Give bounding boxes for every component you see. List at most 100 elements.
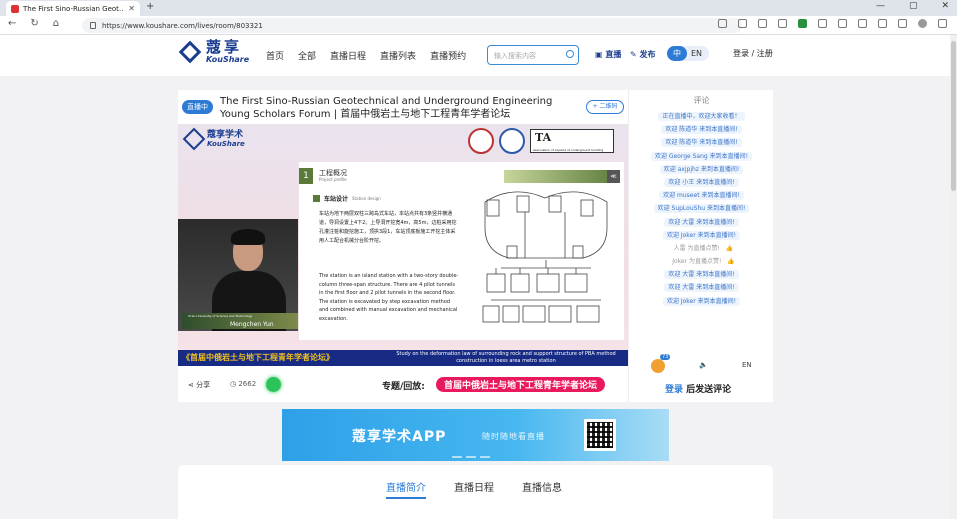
player-footer: ⋖ 分享 ◷ 2662 专题/回放: 首届中俄岩土与地下工程青年学者论坛 bbox=[178, 376, 628, 396]
live-player-card: 直播中 The First Sino-Russian Geotechnical … bbox=[178, 90, 773, 402]
thumbs-up-icon: 👍 bbox=[727, 258, 735, 266]
extensions-icon[interactable] bbox=[898, 19, 907, 28]
video-logo-cn: 蔻享学术 bbox=[207, 130, 244, 140]
tab-schedule[interactable]: 直播日程 bbox=[454, 479, 494, 499]
publish-button[interactable]: ✎ 发布 bbox=[630, 49, 656, 60]
collections-icon[interactable] bbox=[838, 19, 847, 28]
qrcode-button[interactable]: + 二维码 bbox=[586, 100, 624, 114]
video-logo-en: KouShare bbox=[207, 140, 245, 148]
comment-item: 欢迎 陈道华 来到本直播间! bbox=[629, 123, 774, 136]
slide-body-en: The station is an island station with a … bbox=[319, 273, 459, 322]
app-banner-title: 蔻享学术APP bbox=[352, 429, 447, 445]
close-window-button[interactable]: ✕ bbox=[941, 1, 949, 11]
comment-item: 欢迎 George Sang 来到本直播间! bbox=[629, 150, 774, 163]
app-banner-slogan: 随时随地看直播 bbox=[482, 432, 545, 441]
share-button[interactable]: ⋖ 分享 bbox=[188, 380, 210, 390]
page-scrollbar[interactable] bbox=[950, 35, 957, 519]
new-tab-button[interactable]: + bbox=[146, 1, 154, 12]
extension-green-icon[interactable] bbox=[798, 19, 807, 28]
nav-live-list[interactable]: 直播列表 bbox=[380, 49, 416, 62]
app-download-banner[interactable]: 蔻享学术APP 随时随地看直播 bbox=[282, 409, 669, 461]
comment-lang-button[interactable]: EN bbox=[742, 361, 752, 369]
site-header: 蔻享 KouShare 首页 全部 直播日程 直播列表 直播预约 输入搜索内容 … bbox=[0, 35, 950, 76]
bookmarks-icon[interactable] bbox=[858, 19, 867, 28]
ta-association-logo: TA Association of experts of underground… bbox=[530, 129, 614, 153]
panel-icon[interactable] bbox=[818, 19, 827, 28]
wechat-icon[interactable] bbox=[266, 377, 281, 392]
comment-item-like: 人雷 为直播点赞! 👍 bbox=[629, 242, 774, 255]
logo-text-cn: 蔻享 bbox=[206, 38, 243, 56]
comment-text: 人雷 为直播点赞! bbox=[673, 244, 720, 252]
comment-text: 欢迎 Joker 来到本直播间! bbox=[662, 230, 741, 240]
organizer-emblems: TA Association of experts of underground… bbox=[468, 128, 614, 154]
comment-item-like: Joker 为直播点赞! 👍 bbox=[629, 255, 774, 268]
comment-list[interactable]: 正在直播中，欢迎大家收看！ 欢迎 陈道华 来到本直播间! 欢迎 陈道华 来到本直… bbox=[629, 110, 774, 308]
comment-item: 欢迎 陈道华 来到本直播间! bbox=[629, 136, 774, 149]
nav-reservation[interactable]: 直播预约 bbox=[430, 49, 466, 62]
grid-icon[interactable] bbox=[738, 19, 747, 28]
scrollbar-thumb[interactable] bbox=[951, 41, 956, 191]
profile-avatar[interactable] bbox=[918, 19, 927, 28]
slide-number: 1 bbox=[299, 168, 313, 184]
language-toggle[interactable]: 中 EN bbox=[667, 46, 709, 61]
view-count-value: 2662 bbox=[238, 380, 257, 388]
back-icon[interactable]: ← bbox=[8, 18, 16, 29]
volume-icon[interactable]: 🔈 bbox=[699, 361, 708, 369]
home-icon[interactable]: ⌂ bbox=[53, 18, 59, 29]
comment-panel-title: 评论 bbox=[693, 96, 710, 105]
tab-intro[interactable]: 直播简介 bbox=[386, 479, 426, 499]
presenter-name-plate: Xi'an University of Science and Technolo… bbox=[182, 313, 298, 329]
browser-tab-bar: The First Sino-Russian Geot… ✕ + — ▢ ✕ bbox=[0, 0, 957, 16]
comment-item: 欢迎 SupLouShu 来到本直播间! bbox=[629, 202, 774, 215]
comment-item: 欢迎 大雷 来到本直播间! bbox=[629, 216, 774, 229]
comment-text: 欢迎 museet 来到本直播间! bbox=[659, 191, 744, 201]
nav-all[interactable]: 全部 bbox=[298, 49, 316, 62]
info-tabs: 直播简介 直播日程 直播信息 bbox=[386, 479, 562, 499]
topic-label: 专题/回放: bbox=[382, 382, 425, 392]
minimize-button[interactable]: — bbox=[876, 1, 885, 11]
split-icon[interactable] bbox=[778, 19, 787, 28]
nav-schedule[interactable]: 直播日程 bbox=[330, 49, 366, 62]
comment-login-rest: 后发送评论 bbox=[686, 385, 732, 395]
comment-item: 欢迎 Joker 来到本直播间! bbox=[629, 229, 774, 242]
presenter-hair bbox=[231, 229, 265, 245]
tab-info[interactable]: 直播信息 bbox=[522, 479, 562, 499]
nav-home[interactable]: 首页 bbox=[266, 49, 284, 62]
share-label: 分享 bbox=[196, 381, 211, 389]
login-register-link[interactable]: 登录 / 注册 bbox=[733, 48, 773, 59]
like-button[interactable] bbox=[651, 359, 665, 373]
menu-dots-icon[interactable] bbox=[938, 19, 947, 28]
history-icon[interactable] bbox=[878, 19, 887, 28]
university-emblem-icon bbox=[468, 128, 494, 154]
url-input[interactable]: https://www.koushare.com/lives/room/8033… bbox=[82, 18, 742, 33]
live-button[interactable]: ▣ 直播 bbox=[595, 49, 621, 60]
slide-subheading-en: Station design bbox=[352, 196, 381, 201]
slide-subheading-cn: 车站设计 bbox=[324, 196, 349, 203]
search-icon[interactable] bbox=[566, 50, 574, 58]
comment-item: 欢迎 axjpjhz 来到本直播间! bbox=[629, 163, 774, 176]
favorite-star-icon[interactable] bbox=[758, 19, 767, 28]
banner-forum-name: 《首届中俄岩土与地下工程青年学者论坛》 bbox=[182, 353, 334, 362]
search-input[interactable]: 输入搜索内容 bbox=[487, 45, 579, 65]
topic-link[interactable]: 首届中俄岩土与地下工程青年学者论坛 bbox=[436, 377, 606, 392]
comment-login-link[interactable]: 登录 bbox=[665, 385, 683, 395]
thumbs-up-icon: 👍 bbox=[725, 244, 734, 252]
browser-tab[interactable]: The First Sino-Russian Geot… ✕ bbox=[6, 1, 140, 16]
like-count: 73 bbox=[660, 354, 671, 360]
banner-talk-title: Study on the deformation law of surround… bbox=[396, 351, 616, 364]
refresh-icon[interactable]: ↻ bbox=[30, 18, 38, 29]
maximize-button[interactable]: ▢ bbox=[909, 1, 918, 11]
lock-icon bbox=[90, 22, 96, 29]
site-logo[interactable]: 蔻享 KouShare bbox=[178, 40, 249, 64]
comment-text: 欢迎 大雷 来到本直播间! bbox=[664, 217, 739, 227]
publish-button-label: 发布 bbox=[639, 50, 656, 59]
lang-zh[interactable]: 中 bbox=[667, 46, 687, 61]
lang-en[interactable]: EN bbox=[691, 46, 702, 61]
slide-header-bar bbox=[504, 170, 620, 183]
video-player[interactable]: 蔻享学术 KouShare TA Association of experts … bbox=[178, 124, 628, 366]
reader-icon[interactable] bbox=[718, 19, 727, 28]
close-tab-icon[interactable]: ✕ bbox=[128, 4, 135, 13]
comment-text: 欢迎 SupLouShu 来到本直播间! bbox=[653, 204, 750, 214]
live-info-card: 直播简介 直播日程 直播信息 bbox=[178, 465, 773, 519]
nav-buttons: ← ↻ ⌂ bbox=[8, 18, 59, 29]
